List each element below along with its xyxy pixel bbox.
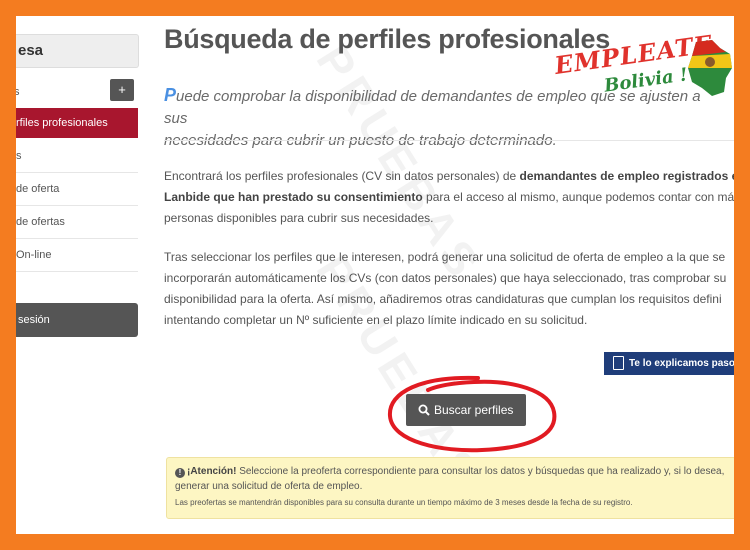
sidebar-item-label: de ofertas [16,216,65,228]
sidebar: esa s + rfiles profesionales s de oferta… [16,16,144,346]
alert-note: Las preofertas se mantendrán disponibles… [175,498,633,507]
sidebar-item-oferta[interactable]: de oferta [16,173,138,206]
sidebar-item-online[interactable]: On-line [16,239,138,272]
alert-message: Seleccione la preoferta correspondiente … [175,466,725,492]
paragraph-text: incorporarán automáticamente los CVs (co… [164,271,727,285]
sidebar-header: esa [16,34,139,68]
paragraph-1: Encontrará los perfiles profesionales (C… [164,166,734,229]
sidebar-item-label: rfiles profesionales [16,117,108,129]
page-title: Búsqueda de perfiles profesionales [164,24,610,54]
sidebar-item-label: s [16,150,22,162]
alert-text: ! ¡Atención! Seleccione la preoferta corr… [175,464,734,494]
add-button[interactable]: + [110,79,134,101]
pdf-icon [613,356,624,370]
paragraph-text: Encontrará los perfiles profesionales (C… [164,169,520,183]
red-highlight-circle [387,375,557,453]
paragraph-text: personas disponibles para cubrir sus nec… [164,211,434,225]
bolivia-map-icon [688,40,732,96]
sidebar-subsection-label: s [16,86,20,98]
sidebar-item-perfiles-profesionales[interactable]: rfiles profesionales [16,108,138,138]
explain-button-label: Te lo explicamos paso a [629,358,734,369]
paragraph-bold: Lanbide que han prestado su consentimien… [164,190,423,204]
explain-step-by-step-button[interactable]: Te lo explicamos paso a [604,352,734,375]
sidebar-item-label: On-line [16,249,52,261]
sidebar-header-label: esa [18,42,44,59]
sidebar-item[interactable]: s [16,140,138,173]
paragraph-text: Tras seleccionar los perfiles que le int… [164,250,726,264]
sidebar-item-ofertas[interactable]: de ofertas [16,206,138,239]
logout-label: sesión [18,314,50,326]
paragraph-text: intentando completar un Nº suficiente en… [164,313,588,327]
page-frame: PRUEBAS PRUEBAS esa s + rfiles profesion… [16,16,734,534]
alert-strong: ¡Atención! [187,466,237,477]
lead-initial: P [164,85,177,105]
paragraph-text: disponibilidad para la oferta. Así mismo… [164,292,722,306]
logout-button[interactable]: sesión [16,303,138,337]
attention-alert: ! ¡Atención! Seleccione la preoferta corr… [166,457,734,519]
warning-icon: ! [175,468,185,478]
divider [164,140,734,141]
sidebar-item-label: de oferta [16,183,60,195]
empleate-bolivia-logo: EMPLEATE Bolivia ! [546,29,734,100]
paragraph-2: Tras seleccionar los perfiles que le int… [164,247,734,331]
paragraph-bold: demandantes de empleo registrados e [519,169,734,183]
paragraph-text: para el acceso al mismo, aunque podemos … [422,190,734,204]
